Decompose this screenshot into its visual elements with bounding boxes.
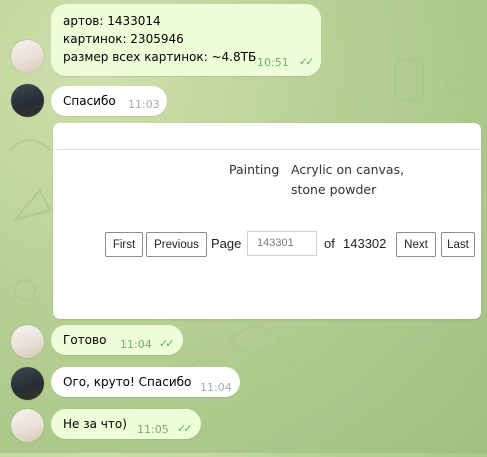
message-welcome[interactable]: Не за что) 11:05 ✓✓ [51, 409, 201, 439]
double-check-icon: ✓✓ [177, 422, 193, 435]
medium-line-1: Acrylic on canvas, [291, 162, 405, 177]
previous-page-button[interactable]: Previous [146, 232, 207, 257]
type-cell: Painting [229, 162, 280, 177]
message-text: Не за что) [63, 417, 127, 431]
message-time: 11:04 [200, 381, 232, 394]
message-reply[interactable]: Ого, круто! Спасибо 11:04 [51, 367, 240, 397]
page-number-input[interactable]: 143301 [247, 231, 317, 256]
medium-line-2: stone powder [291, 182, 377, 197]
message-text: Спасибо [63, 94, 116, 108]
message-line: размер всех картинок: ~4.8ТБ [63, 50, 257, 64]
double-check-icon: ✓✓ [299, 55, 315, 68]
divider [53, 149, 481, 150]
total-pages: 143302 [343, 236, 387, 251]
message-time: 11:04 [120, 338, 152, 351]
message-thanks[interactable]: Спасибо 11:03 [51, 86, 167, 116]
double-check-icon: ✓✓ [159, 337, 175, 350]
message-stats[interactable]: артов: 1433014 картинок: 2305946 размер … [51, 4, 321, 76]
contact-avatar[interactable] [11, 84, 44, 117]
message-time: 11:03 [128, 98, 160, 111]
last-page-button[interactable]: Last [441, 232, 475, 257]
contact-avatar[interactable] [11, 367, 44, 400]
of-label: of [324, 236, 335, 251]
first-page-button[interactable]: First [105, 232, 143, 257]
sender-avatar[interactable] [11, 409, 44, 442]
message-text: Готово [63, 333, 107, 347]
screenshot-image[interactable]: Painting Acrylic on canvas, stone powder… [53, 123, 481, 319]
next-page-button[interactable]: Next [396, 232, 436, 257]
message-time: 11:05 [137, 423, 169, 436]
message-gotovo[interactable]: Готово 11:04 ✓✓ [51, 325, 183, 355]
message-line: артов: 1433014 [63, 14, 161, 28]
sender-avatar[interactable] [11, 40, 44, 73]
page-label: Page [211, 236, 242, 251]
message-time: 10:51 [257, 56, 289, 69]
sender-avatar[interactable] [11, 325, 44, 358]
message-text: Ого, круто! Спасибо [63, 375, 192, 389]
message-line: картинок: 2305946 [63, 32, 184, 46]
